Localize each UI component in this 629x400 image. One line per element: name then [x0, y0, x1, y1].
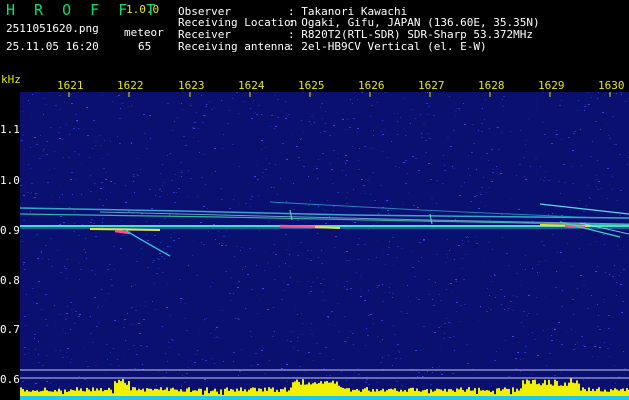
value-receiver: : R820T2(RTL-SDR) SDR-Sharp 53.372MHz [288, 28, 534, 41]
spectrogram [20, 92, 629, 400]
x-tick: 1626 [358, 79, 385, 92]
y-tick: 0.7 [0, 323, 20, 336]
spectrogram-background [20, 92, 629, 400]
label-location: Receiving Location [178, 16, 298, 29]
x-tick: 1629 [538, 79, 565, 92]
file-name: 2511051620.png [6, 22, 99, 35]
y-tick: 1.1 [0, 123, 20, 136]
value-antenna: : 2el-HB9CV Vertical (el. E-W) [288, 40, 487, 53]
y-axis-unit: kHz [1, 73, 21, 86]
x-tick: 1625 [298, 79, 325, 92]
x-tick: 1627 [418, 79, 445, 92]
y-tick: 0.8 [0, 274, 20, 287]
label-receiver: Receiver [178, 28, 231, 41]
date-time: 25.11.05 16:20 [6, 40, 99, 53]
x-tick: 1621 [57, 79, 84, 92]
x-tick: 1628 [478, 79, 505, 92]
label-antenna: Receiving antenna [178, 40, 291, 53]
y-tick: 0.9 [0, 224, 20, 237]
y-tick: 0.6 [0, 373, 20, 386]
meteor-count: 65 [138, 40, 152, 53]
hrofft-window: H R O F F T 1.0.0 2511051620.png meteor … [0, 0, 629, 400]
y-tick: 1.0 [0, 174, 20, 187]
x-tick: 1622 [117, 79, 144, 92]
value-location: : Ogaki, Gifu, JAPAN (136.60E, 35.35N) [288, 16, 540, 29]
x-tick: 1623 [178, 79, 205, 92]
app-version: 1.0.0 [126, 3, 160, 16]
mode-label: meteor [124, 26, 164, 39]
x-tick: 1630 [598, 79, 625, 92]
x-tick: 1624 [238, 79, 265, 92]
